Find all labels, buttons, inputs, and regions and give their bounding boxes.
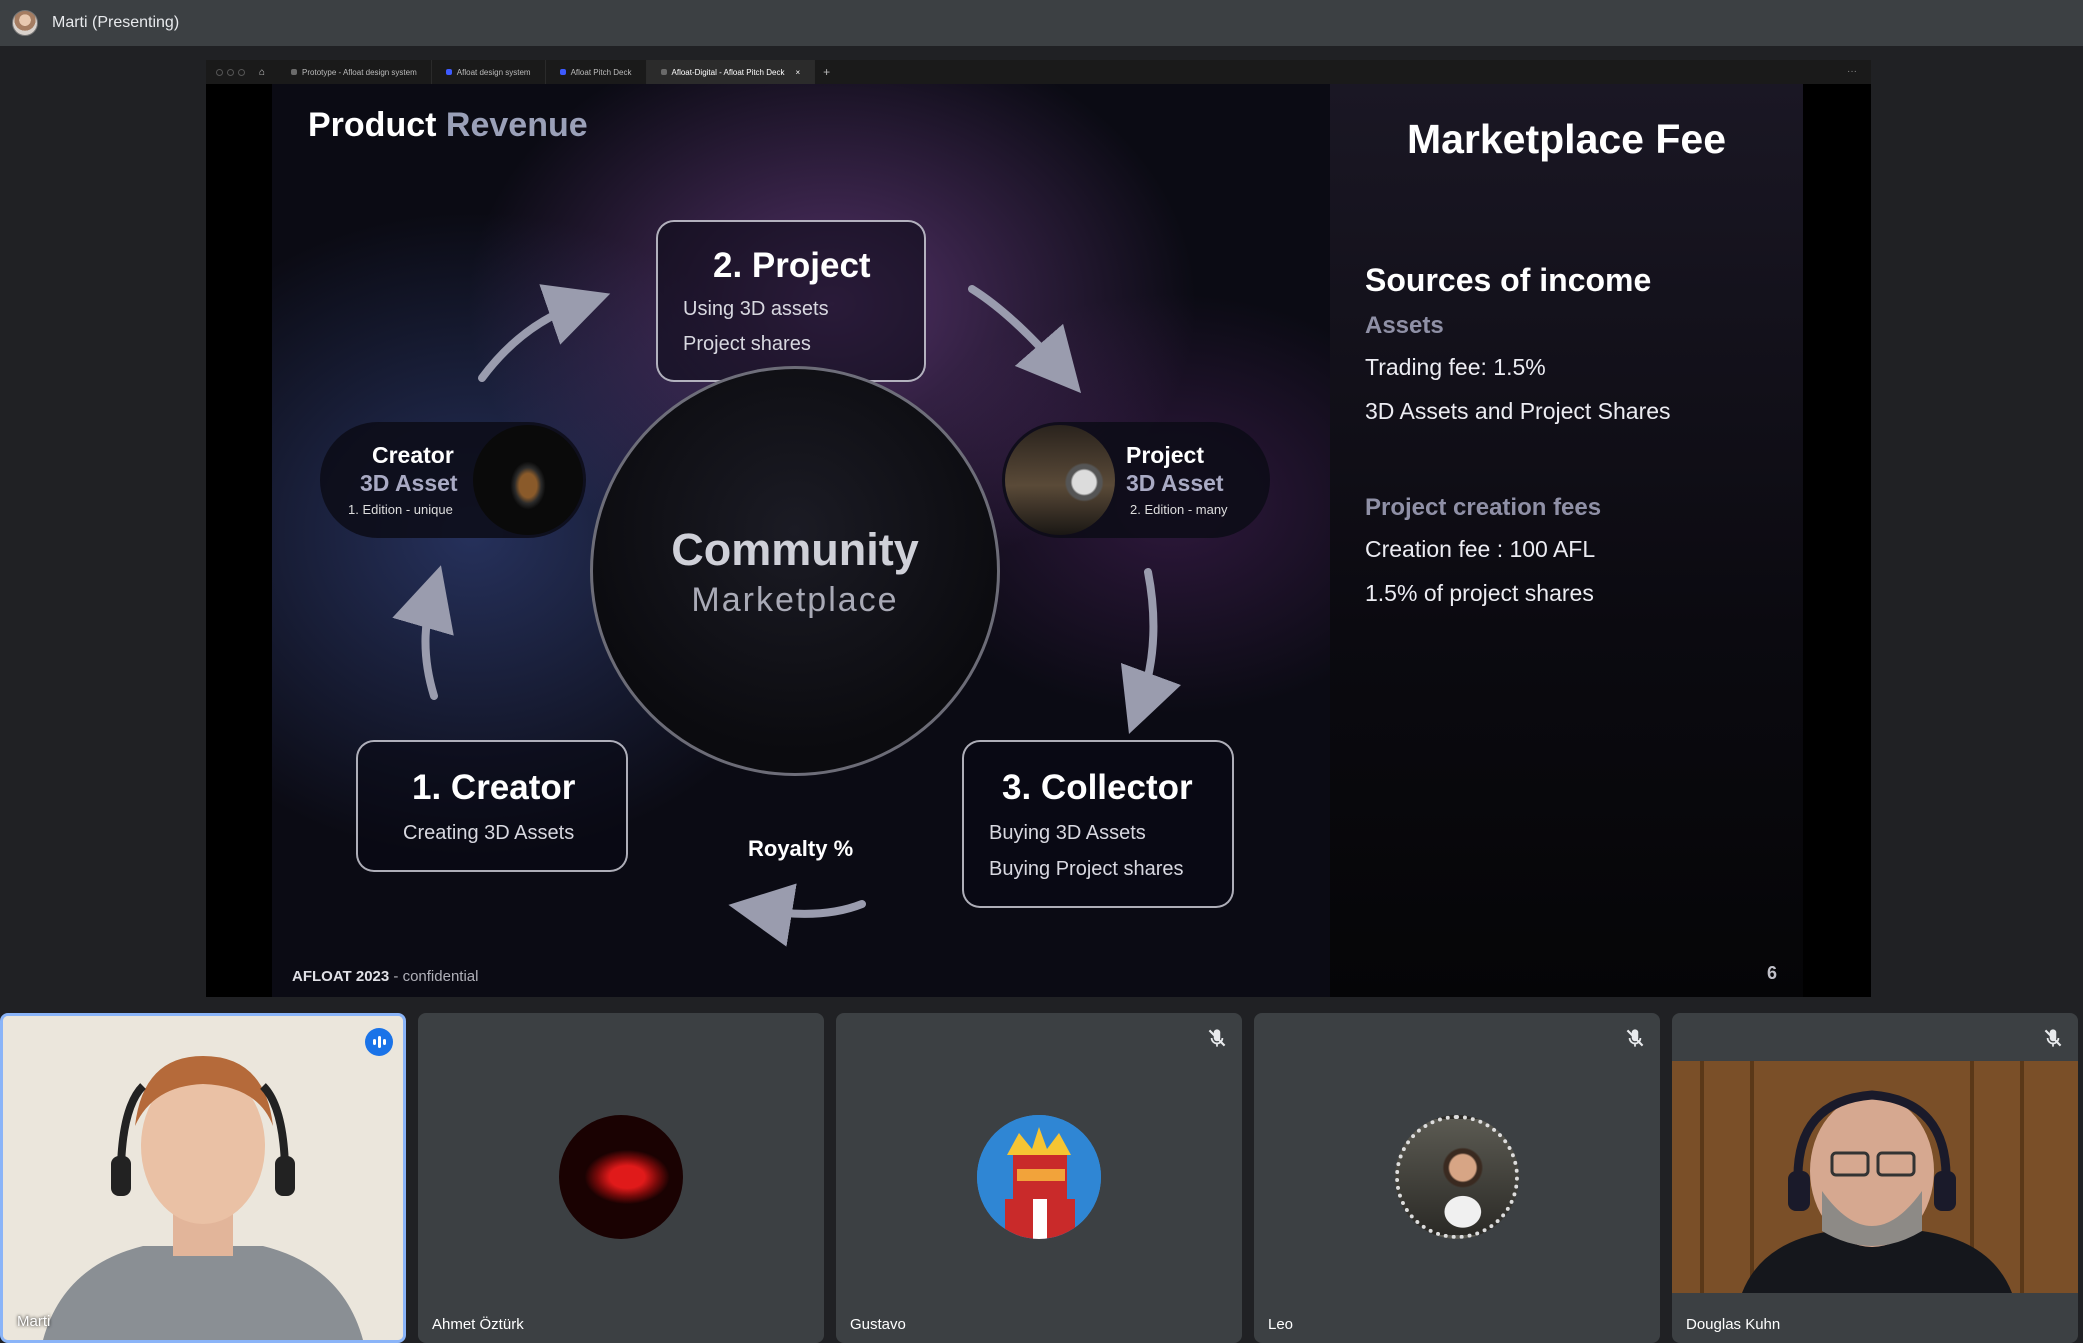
- royalty-label: Royalty %: [748, 836, 854, 861]
- new-tab-icon: +: [823, 65, 831, 79]
- creator-pill-subtitle: 3D Asset: [360, 470, 458, 496]
- participant-tile-ahmet[interactable]: Ahmet Öztürk: [418, 1013, 824, 1343]
- more-icon: ···: [1847, 66, 1857, 77]
- creation-fee: Creation fee : 100 AFL: [1365, 536, 1596, 562]
- tab-favicon-icon: [660, 69, 667, 75]
- participant-name: Douglas Kuhn: [1686, 1316, 1781, 1333]
- participant-avatar: [559, 1115, 683, 1239]
- project-box-line: Using 3D assets: [683, 298, 829, 320]
- participant-tile-leo[interactable]: Leo: [1254, 1013, 1660, 1343]
- collector-box-heading: 3. Collector: [1002, 768, 1193, 807]
- participant-tile-douglas[interactable]: Douglas Kuhn: [1672, 1013, 2078, 1343]
- collector-box-line: Buying 3D Assets: [989, 822, 1146, 844]
- community-marketplace-circle: Community Marketplace: [590, 366, 1000, 776]
- browser-tab-label: Afloat-Digital - Afloat Pitch Deck: [671, 67, 785, 77]
- footer-confidential: - confidential: [389, 968, 479, 985]
- participant-name: Ahmet Öztürk: [432, 1316, 524, 1333]
- collector-box: 3. Collector Buying 3D Assets Buying Pro…: [962, 740, 1234, 908]
- shared-screen: ⌂ Prototype - Afloat design system Afloa…: [206, 60, 1871, 997]
- browser-tab: Prototype - Afloat design system: [277, 60, 432, 84]
- project-fees-label: Project creation fees: [1365, 494, 1602, 521]
- creator-box-line: Creating 3D Assets: [403, 822, 575, 844]
- participant-name: Gustavo: [850, 1316, 906, 1333]
- participant-tile-marti[interactable]: Marti: [0, 1013, 406, 1343]
- browser-tab: Afloat design system: [432, 60, 546, 84]
- presenter-label: Marti (Presenting): [52, 14, 180, 31]
- arrow-royalty: [728, 883, 866, 947]
- circle-subtitle: Marketplace: [691, 581, 899, 619]
- browser-tab-label: Prototype - Afloat design system: [302, 67, 417, 77]
- assets-description: 3D Assets and Project Shares: [1365, 398, 1671, 424]
- presenting-bar: Marti (Presenting): [0, 0, 2083, 46]
- figma-icon: [559, 69, 566, 75]
- assets-label: Assets: [1365, 312, 1444, 339]
- speaking-indicator-icon: [365, 1028, 393, 1056]
- creator-box-heading: 1. Creator: [412, 768, 576, 807]
- project-asset-pill: Project 3D Asset 2. Edition - many: [1002, 422, 1270, 538]
- slide-footer: AFLOAT 2023 - confidential: [292, 968, 478, 985]
- creator-box: 1. Creator Creating 3D Assets: [356, 740, 628, 872]
- browser-tab: Afloat Pitch Deck: [546, 60, 647, 84]
- participant-avatar: [977, 1115, 1101, 1239]
- pixel-avatar: [977, 1115, 1101, 1239]
- participant-name: Leo: [1268, 1316, 1294, 1333]
- home-icon: ⌂: [259, 66, 266, 78]
- project-box-heading: 2. Project: [713, 246, 871, 285]
- project-pill-subtitle: 3D Asset: [1126, 470, 1224, 496]
- participant-tile-gustavo[interactable]: Gustavo: [836, 1013, 1242, 1343]
- creator-pill-title: Creator: [372, 442, 454, 468]
- window-controls: [216, 68, 245, 76]
- trading-fee: Trading fee: 1.5%: [1365, 354, 1546, 380]
- arrow-creator-up: [392, 565, 454, 700]
- circle-title: Community: [671, 524, 919, 575]
- project-pill-edition: 2. Edition - many: [1130, 502, 1228, 517]
- participant-avatar: [1395, 1115, 1519, 1239]
- presentation-slide: Product Revenue 2. Project Using 3D asse…: [272, 84, 1803, 997]
- project-box-line: Project shares: [683, 333, 811, 355]
- fee-panel-title: Marketplace Fee: [1406, 116, 1727, 162]
- tab-close-icon: ×: [795, 67, 801, 77]
- presenter-avatar: [12, 10, 38, 36]
- mic-muted-icon: [1626, 1029, 1644, 1047]
- creator-asset-thumbnail: [473, 425, 583, 535]
- browser-tab-label: Afloat design system: [456, 67, 531, 77]
- browser-tab-bar: ⌂ Prototype - Afloat design system Afloa…: [206, 60, 1871, 84]
- slide-page-number: 6: [1767, 963, 1778, 983]
- participant-strip: Marti Ahmet Öztürk Gustavo Leo Douglas K…: [0, 1013, 2083, 1343]
- arrow-creator-to-project: [478, 284, 611, 382]
- participant-video: [3, 1016, 403, 1340]
- project-share-fee: 1.5% of project shares: [1365, 580, 1594, 606]
- participant-video: [1672, 1061, 2078, 1293]
- mic-muted-icon: [2044, 1029, 2062, 1047]
- tab-favicon-icon: [291, 69, 298, 75]
- creator-asset-pill: Creator 3D Asset 1. Edition - unique: [320, 422, 586, 538]
- sources-heading: Sources of income: [1365, 262, 1652, 298]
- mic-muted-icon: [1208, 1029, 1226, 1047]
- creator-pill-edition: 1. Edition - unique: [348, 502, 453, 517]
- project-pill-title: Project: [1126, 442, 1204, 468]
- project-box: 2. Project Using 3D assets Project share…: [656, 220, 926, 382]
- arrow-asset-to-collector: [1120, 568, 1182, 735]
- collector-box-line: Buying Project shares: [989, 858, 1184, 880]
- slide-diagram: Product Revenue 2. Project Using 3D asse…: [272, 84, 1330, 997]
- footer-brand: AFLOAT 2023: [292, 968, 390, 985]
- participant-name: Marti: [17, 1313, 51, 1330]
- browser-tab-label: Afloat Pitch Deck: [570, 67, 632, 77]
- arrow-project-to-asset: [968, 285, 1082, 394]
- project-asset-thumbnail: [1005, 425, 1115, 535]
- figma-icon: [445, 69, 452, 75]
- browser-tab-active: Afloat-Digital - Afloat Pitch Deck ×: [646, 60, 816, 84]
- marketplace-fee-panel: Marketplace Fee Sources of income Assets…: [1330, 84, 1803, 997]
